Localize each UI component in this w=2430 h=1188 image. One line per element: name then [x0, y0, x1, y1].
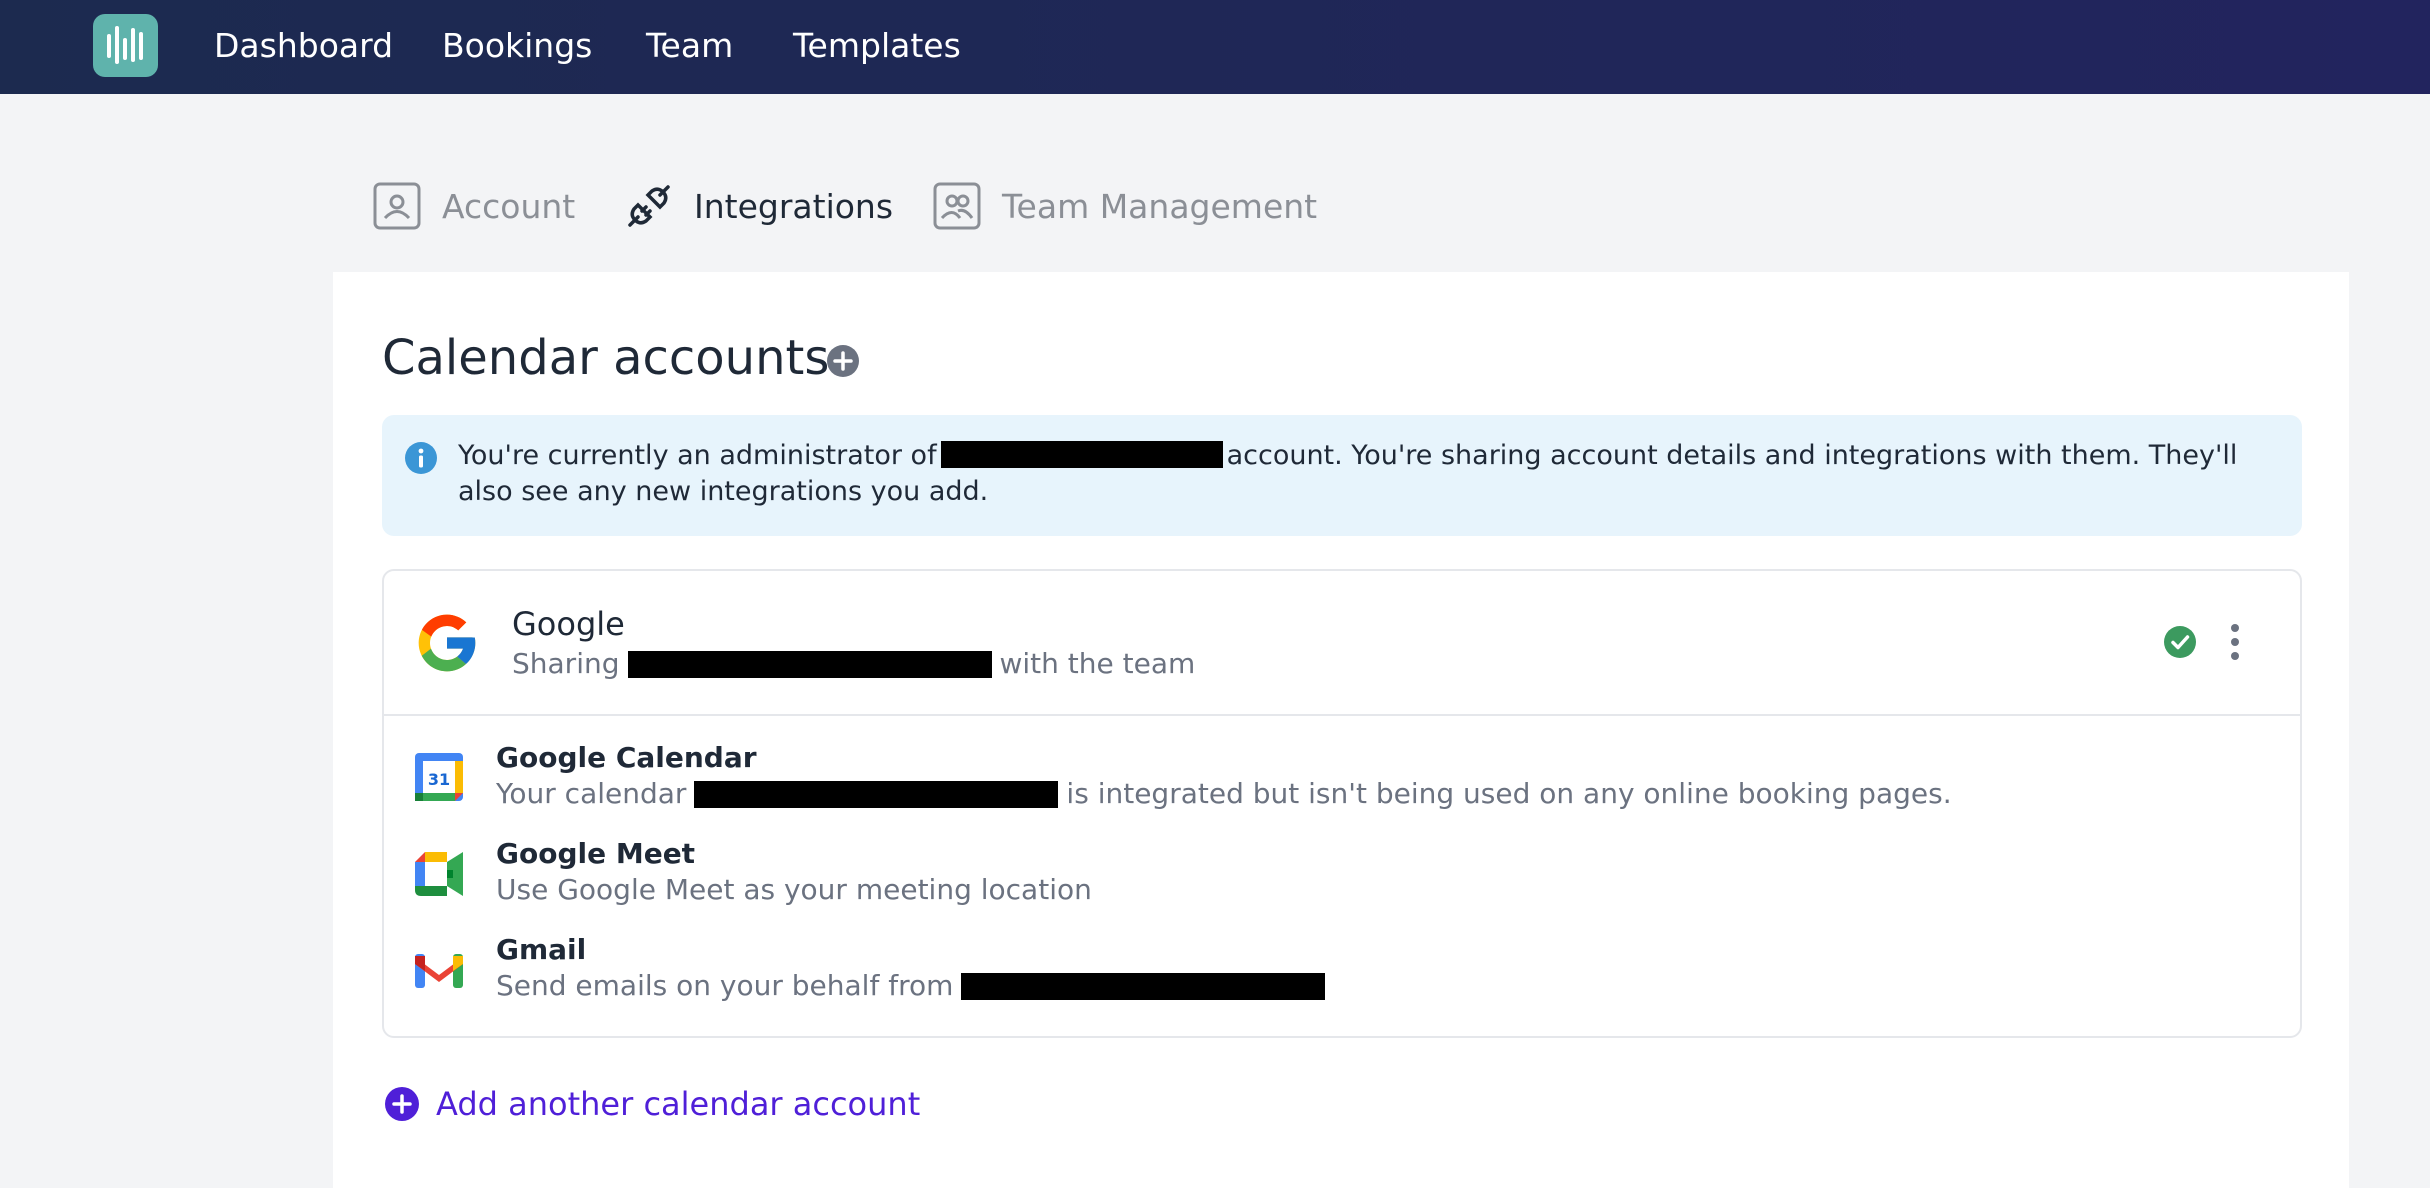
google-meet-icon [413, 848, 465, 900]
google-calendar-icon: 31 [413, 751, 465, 803]
top-navigation: Dashboard Bookings Team Templates [0, 0, 2430, 94]
add-calendar-account-link[interactable]: Add another calendar account [384, 1084, 920, 1124]
redacted-gmail-address [961, 973, 1326, 1000]
app-logo[interactable] [93, 14, 158, 77]
sharing-prefix: Sharing [512, 647, 620, 680]
info-icon [404, 441, 438, 475]
tab-team-management-label: Team Management [1002, 186, 1318, 226]
more-options-icon[interactable] [2221, 622, 2249, 662]
tab-account-label: Account [442, 186, 576, 226]
service-name-google-calendar: Google Calendar [496, 741, 757, 774]
provider-sharing-text: Sharing with the team [512, 646, 1195, 682]
info-text-before: You're currently an administrator of [458, 440, 937, 471]
user-square-icon [372, 181, 422, 231]
add-calendar-icon[interactable] [826, 344, 860, 378]
service-desc-google-meet: Use Google Meet as your meeting location [496, 873, 1092, 906]
gmail-icon [413, 944, 465, 996]
redacted-calendar-email [694, 781, 1059, 808]
sharing-suffix: with the team [999, 647, 1196, 680]
connected-check-icon [2163, 625, 2197, 659]
calendar-desc-before: Your calendar [496, 777, 687, 810]
tab-account[interactable]: Account [372, 178, 575, 234]
plus-circle-icon [384, 1086, 420, 1122]
redacted-account-name [940, 441, 1223, 468]
provider-name: Google [512, 605, 625, 643]
nav-team[interactable]: Team [646, 24, 733, 68]
tab-integrations-label: Integrations [694, 186, 894, 226]
svg-text:31: 31 [428, 770, 450, 789]
service-desc-gmail: Send emails on your behalf from [496, 968, 1333, 1004]
service-name-gmail: Gmail [496, 933, 587, 966]
tab-integrations[interactable]: Integrations [624, 178, 893, 234]
tab-team-management[interactable]: Team Management [932, 178, 1317, 234]
nav-bookings[interactable]: Bookings [442, 24, 592, 68]
calendar-desc-after: is integrated but isn't being used on an… [1066, 777, 1952, 810]
service-desc-google-calendar: Your calendar is integrated but isn't bei… [496, 776, 1952, 812]
gmail-desc-before: Send emails on your behalf from [496, 969, 954, 1002]
redacted-email [627, 651, 992, 678]
admin-info-text: You're currently an administrator of acco… [458, 438, 2288, 510]
add-calendar-account-label: Add another calendar account [436, 1085, 921, 1123]
google-icon [413, 609, 481, 677]
service-name-google-meet: Google Meet [496, 837, 696, 870]
panel-divider [383, 714, 2301, 716]
plug-icon [624, 181, 674, 231]
nav-dashboard[interactable]: Dashboard [214, 24, 393, 68]
users-square-icon [932, 181, 982, 231]
section-title: Calendar accounts [382, 330, 830, 386]
nav-templates[interactable]: Templates [793, 24, 961, 68]
